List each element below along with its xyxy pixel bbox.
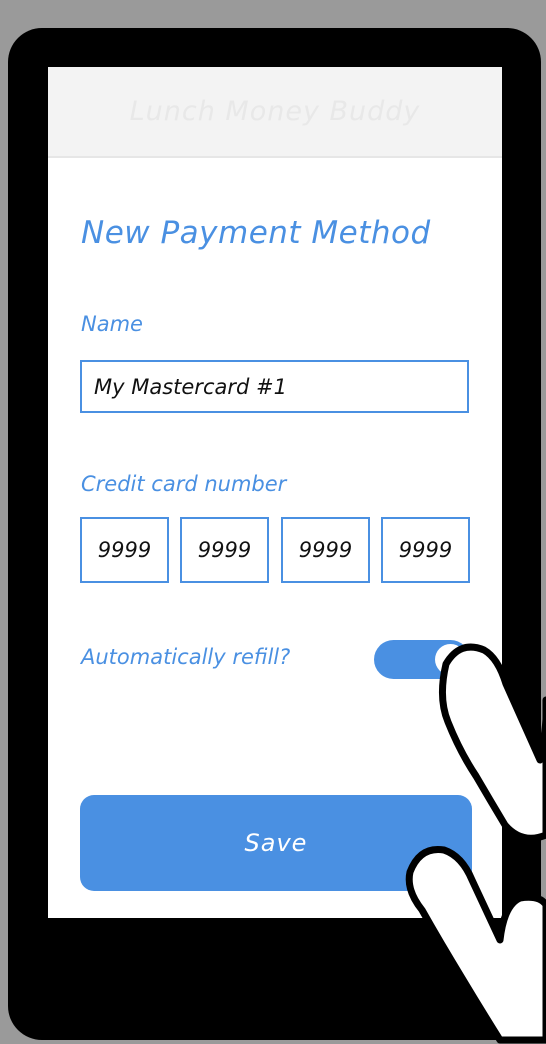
page-title: New Payment Method <box>81 215 431 251</box>
card-number-group-2[interactable] <box>180 517 269 583</box>
app-screen: Lunch Money Buddy New Payment Method Nam… <box>48 67 502 918</box>
save-button[interactable]: Save <box>80 795 472 891</box>
app-bar: Lunch Money Buddy <box>48 67 502 158</box>
card-number-label: Credit card number <box>81 472 287 496</box>
app-title: Lunch Money Buddy <box>129 96 421 127</box>
toggle-knob <box>435 644 466 675</box>
card-number-group-1[interactable] <box>80 517 169 583</box>
name-label: Name <box>81 312 143 336</box>
refill-label: Automatically refill? <box>81 645 291 669</box>
card-number-group-4[interactable] <box>381 517 470 583</box>
name-input[interactable] <box>80 360 469 413</box>
card-number-group-3[interactable] <box>281 517 370 583</box>
refill-toggle[interactable] <box>374 640 470 679</box>
